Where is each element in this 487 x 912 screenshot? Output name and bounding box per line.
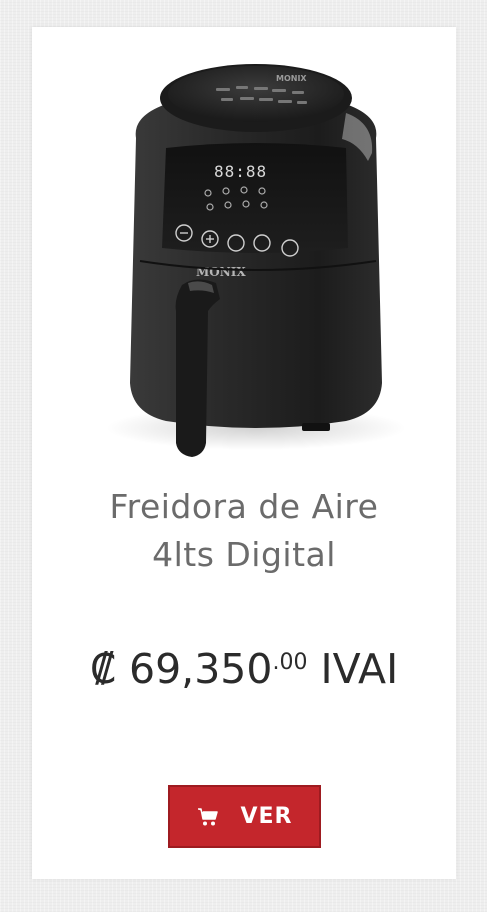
product-image[interactable]: MONIX 88:88 MONIX	[96, 43, 416, 468]
price-decimals: .00	[272, 650, 308, 675]
product-title-line2: 4lts Digital	[152, 535, 336, 574]
display-readout: 88:88	[214, 162, 267, 181]
product-price: ₡ 69,350.00 IVAI	[32, 635, 456, 697]
body-brand-text: MONIX	[196, 265, 246, 279]
price-amount: 69,350	[128, 645, 273, 693]
product-card: MONIX 88:88 MONIX Freidora de Aire 4lts …	[32, 27, 456, 879]
price-currency: ₡	[89, 645, 116, 693]
view-button-label: VER	[240, 804, 293, 829]
lid-brand-text: MONIX	[276, 74, 307, 83]
price-tax-suffix: IVAI	[320, 645, 399, 693]
view-button[interactable]: VER	[168, 785, 321, 848]
product-title-line1: Freidora de Aire	[109, 487, 379, 526]
cart-icon	[197, 807, 218, 825]
product-title[interactable]: Freidora de Aire 4lts Digital	[32, 483, 456, 579]
